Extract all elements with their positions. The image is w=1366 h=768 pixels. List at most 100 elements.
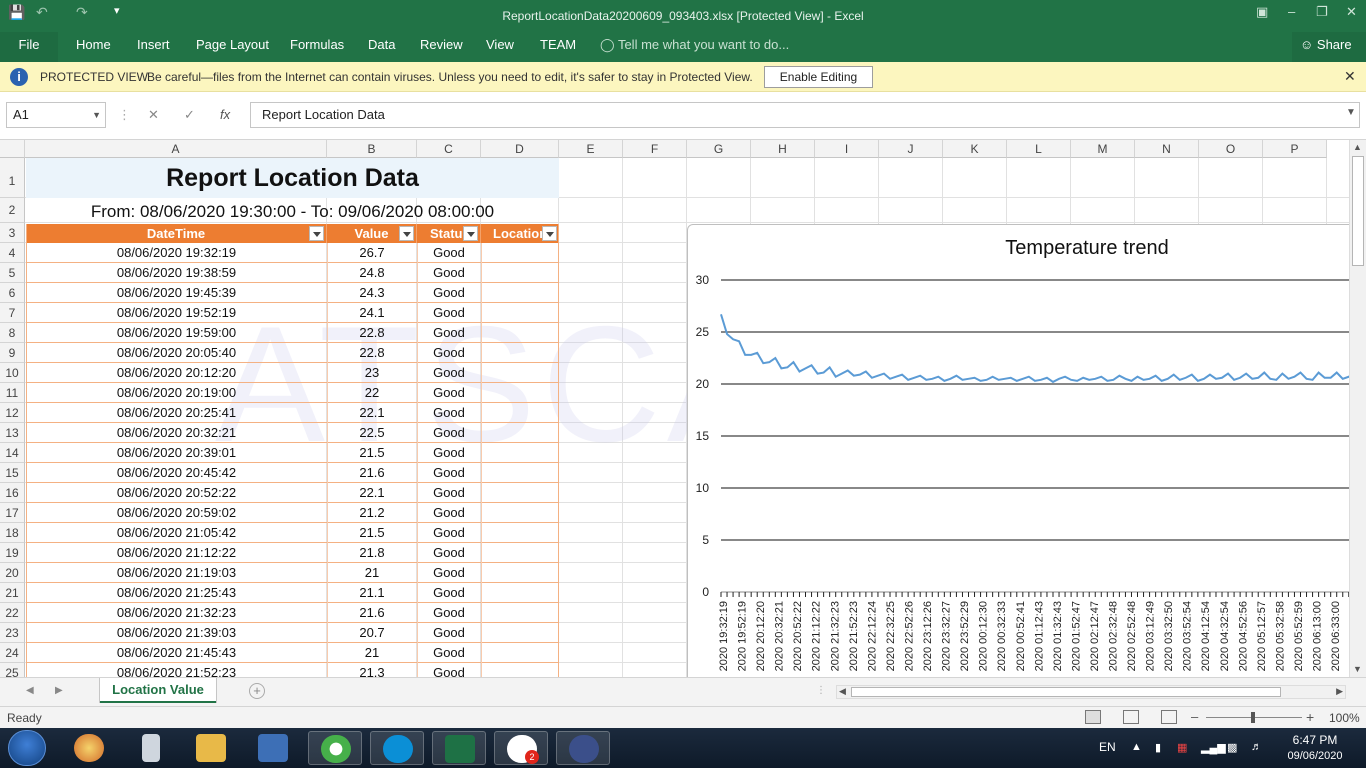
zalo-icon[interactable]: 2 [494,731,548,765]
row-header[interactable]: 21 [0,583,25,603]
column-header[interactable]: A [25,140,327,158]
worksheet-grid[interactable]: ABCDEFGHIJKLMNOP 1 2 3 4 5 6 7 8 9 10 11 12 13 14 15 16… [0,140,1349,677]
cell-value[interactable]: 22.1 [327,483,417,503]
cell-datetime[interactable]: 08/06/2020 21:05:42 [26,523,327,543]
horizontal-scrollbar[interactable]: ◀ ▶ [836,685,1346,699]
share-button[interactable]: ☺ Share [1292,32,1366,62]
table-row[interactable]: 08/06/2020 21:05:42 21.5 Good [26,523,559,543]
row-header[interactable]: 12 [0,403,25,423]
column-header[interactable]: K [943,140,1007,158]
row-header[interactable]: 11 [0,383,25,403]
volume-icon[interactable]: ♬ [1251,741,1262,753]
table-row[interactable]: 08/06/2020 19:59:00 22.8 Good [26,323,559,343]
tab-formulas[interactable]: Formulas [290,37,344,52]
row-header[interactable]: 18 [0,523,25,543]
cell-status[interactable]: Good [417,663,481,677]
row-header[interactable]: 1 [0,158,25,198]
cell-value[interactable]: 24.3 [327,283,417,303]
cell-datetime[interactable]: 08/06/2020 19:38:59 [26,263,327,283]
cell-value[interactable]: 22.5 [327,423,417,443]
vertical-scrollbar[interactable]: ▲ ▼ [1349,140,1366,677]
cell-datetime[interactable]: 08/06/2020 21:39:03 [26,623,327,643]
filter-dropdown-icon[interactable] [399,226,414,241]
name-box[interactable]: A1 ▼ [6,102,106,128]
cell-status[interactable]: Good [417,643,481,663]
cell-value[interactable]: 24.1 [327,303,417,323]
tab-home[interactable]: Home [76,37,111,52]
row-header[interactable]: 14 [0,443,25,463]
cell-datetime[interactable]: 08/06/2020 21:12:22 [26,543,327,563]
next-sheet-icon[interactable]: ▶ [55,685,63,696]
cell-datetime[interactable]: 08/06/2020 21:52:23 [26,663,327,677]
cell-value[interactable]: 21.6 [327,603,417,623]
cell-datetime[interactable]: 08/06/2020 21:32:23 [26,603,327,623]
row-header[interactable]: 6 [0,283,25,303]
cell-datetime[interactable]: 08/06/2020 21:25:43 [26,583,327,603]
row-header[interactable]: 8 [0,323,25,343]
cell-value[interactable]: 22 [327,383,417,403]
table-row[interactable]: 08/06/2020 21:12:22 21.8 Good [26,543,559,563]
table-row[interactable]: 08/06/2020 21:25:43 21.1 Good [26,583,559,603]
cell-value[interactable]: 21.2 [327,503,417,523]
table-row[interactable]: 08/06/2020 19:45:39 24.3 Good [26,283,559,303]
enter-icon[interactable]: ✓ [184,107,195,123]
paint-app-icon[interactable] [62,731,116,765]
cell-status[interactable]: Good [417,563,481,583]
minimize-icon[interactable]: – [1288,4,1295,19]
cell-status[interactable]: Good [417,283,481,303]
row-header[interactable]: 17 [0,503,25,523]
report-title[interactable]: Report Location Data [26,158,559,198]
scroll-thumb[interactable] [1352,156,1364,266]
zoom-level[interactable]: 100% [1329,711,1360,725]
table-row[interactable]: 08/06/2020 20:52:22 22.1 Good [26,483,559,503]
row-header[interactable]: 13 [0,423,25,443]
cell-value[interactable]: 21.3 [327,663,417,677]
cell-status[interactable]: Good [417,383,481,403]
cell-value[interactable]: 21 [327,643,417,663]
cell-status[interactable]: Good [417,263,481,283]
excel-icon[interactable] [432,731,486,765]
scroll-left-icon[interactable]: ◀ [839,686,846,697]
table-row[interactable]: 08/06/2020 20:45:42 21.6 Good [26,463,559,483]
header-value[interactable]: Value [327,224,417,243]
filter-dropdown-icon[interactable] [463,226,478,241]
clock-time[interactable]: 6:47 PM [1283,733,1347,747]
close-bar-icon[interactable]: ✕ [1344,68,1356,85]
language-indicator[interactable]: EN [1099,740,1116,754]
tab-data[interactable]: Data [368,37,395,52]
row-header[interactable]: 25 [0,663,25,677]
table-row[interactable]: 08/06/2020 19:32:19 26.7 Good [26,243,559,263]
cell-status[interactable]: Good [417,463,481,483]
tab-insert[interactable]: Insert [137,37,170,52]
row-header[interactable]: 5 [0,263,25,283]
skype-icon[interactable] [370,731,424,765]
column-header[interactable]: C [417,140,481,158]
row-header[interactable]: 22 [0,603,25,623]
cell-status[interactable]: Good [417,363,481,383]
table-row[interactable]: 08/06/2020 21:45:43 21 Good [26,643,559,663]
expand-formula-icon[interactable]: ▼ [1346,107,1356,118]
row-header[interactable]: 16 [0,483,25,503]
cell-value[interactable]: 22.1 [327,403,417,423]
table-row[interactable]: 08/06/2020 19:38:59 24.8 Good [26,263,559,283]
tab-file[interactable]: File [0,32,58,62]
column-header[interactable]: G [687,140,751,158]
cell-status[interactable]: Good [417,323,481,343]
temperature-chart[interactable]: Temperature trend 0 5 10 15 20 25 30 2020 19:32… [687,224,1349,677]
cell-status[interactable]: Good [417,543,481,563]
column-header[interactable]: P [1263,140,1327,158]
row-header[interactable]: 19 [0,543,25,563]
cell-status[interactable]: Good [417,523,481,543]
insert-function-icon[interactable]: fx [220,107,230,122]
table-row[interactable]: 08/06/2020 20:12:20 23 Good [26,363,559,383]
header-datetime[interactable]: DateTime [26,224,327,243]
row-header[interactable]: 2 [0,198,25,223]
row-header[interactable]: 4 [0,243,25,263]
row-header[interactable]: 7 [0,303,25,323]
normal-view-icon[interactable] [1085,710,1101,724]
row-header[interactable]: 24 [0,643,25,663]
zoom-in-icon[interactable]: + [1306,709,1314,725]
cell-status[interactable]: Good [417,343,481,363]
split-handle-icon[interactable]: ⋮ [816,685,826,696]
cell-status[interactable]: Good [417,443,481,463]
